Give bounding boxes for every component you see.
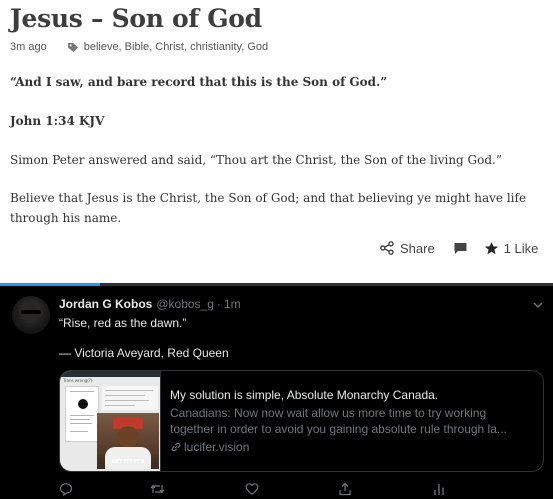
card-title: My solution is simple, Absolute Monarchy… — [170, 388, 439, 402]
avatar[interactable] — [12, 296, 50, 334]
card-link[interactable]: lucifer.vision — [170, 440, 249, 454]
tweet-author-handle[interactable]: @kobos_g — [156, 297, 214, 311]
card-description-line: Canadians: Now now wait allow us more ti… — [170, 406, 487, 420]
star-icon — [484, 241, 498, 254]
post-actions: Share 1 Like — [380, 238, 538, 258]
link-icon — [171, 442, 181, 452]
tweet-header: Jordan G Kobos @kobos_g · 1m — [59, 297, 241, 311]
share-icon[interactable] — [338, 482, 352, 496]
post-time[interactable]: 3m ago — [10, 41, 47, 53]
share-button[interactable]: Share — [380, 241, 435, 256]
blog-post: Jesus – Son of God 3m ago believe, Bible… — [0, 0, 553, 283]
post-meta: 3m ago believe, Bible, Christ, christian… — [10, 40, 268, 54]
thumb-caption: GET IT? IT'S — [111, 459, 145, 465]
reply-icon[interactable] — [59, 482, 73, 496]
tweet-text-line: — Victoria Aveyard, Red Queen — [59, 346, 229, 360]
tweet-author-name[interactable]: Jordan G Kobos — [59, 297, 152, 311]
analytics-icon[interactable] — [432, 482, 446, 496]
post-reference: John 1:34 KJV — [10, 114, 105, 128]
separator-dot: · — [216, 297, 221, 311]
tweet-time[interactable]: 1m — [224, 297, 241, 311]
share-label: Share — [400, 240, 435, 256]
reply-button[interactable] — [453, 241, 468, 256]
retweet-icon[interactable] — [150, 482, 165, 496]
post-quote: “And I saw, and bare record that this is… — [10, 75, 388, 89]
tweet[interactable]: Jordan G Kobos @kobos_g · 1m “Rise, red … — [0, 283, 553, 499]
share-icon — [380, 241, 394, 255]
like-icon[interactable] — [245, 482, 259, 496]
thumb-photo: GET IT? IT'S — [97, 413, 159, 469]
card-description-line: together in order to avoid you gaining a… — [170, 422, 507, 436]
like-count: 1 Like — [503, 240, 539, 256]
like-button[interactable]: 1 Like — [484, 240, 539, 256]
link-card[interactable]: Trans wrong(?) GET IT? IT'S My solution … — [59, 370, 544, 472]
post-paragraph-line: Believe that Jesus is the Christ, the So… — [10, 191, 527, 205]
post-paragraph-line: through his name. — [10, 211, 122, 225]
post-title[interactable]: Jesus – Son of God — [10, 4, 262, 33]
progress-bar-fill — [0, 283, 100, 286]
reply-icon — [454, 242, 467, 254]
card-thumbnail: Trans wrong(?) GET IT? IT'S — [60, 371, 161, 471]
thumb-header-text: Trans wrong(?) — [63, 378, 93, 383]
tweet-text-line: “Rise, red as the dawn.” — [59, 316, 187, 330]
card-link-domain: lucifer.vision — [184, 440, 250, 454]
post-tags[interactable]: believe, Bible, Christ, christianity, Go… — [84, 41, 268, 53]
post-paragraph: Simon Peter answered and said, “Thou art… — [10, 153, 502, 167]
chevron-down-icon[interactable] — [532, 301, 544, 309]
progress-bar — [0, 283, 553, 286]
tag-icon — [67, 42, 78, 52]
